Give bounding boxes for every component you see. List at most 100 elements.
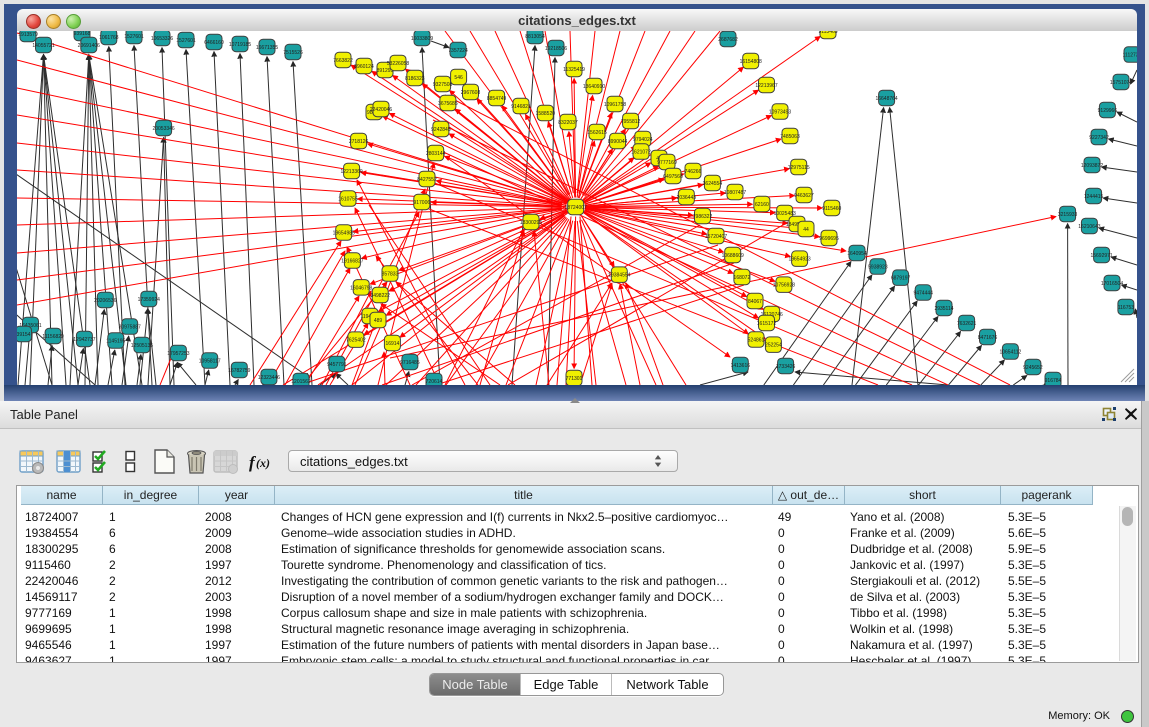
svg-text:6466160: 6466160: [204, 40, 224, 46]
svg-text:1244415: 1244415: [1084, 194, 1104, 200]
svg-text:12505135: 12505135: [131, 343, 153, 349]
svg-text:9115460: 9115460: [822, 206, 841, 212]
svg-text:9716485: 9716485: [400, 360, 420, 366]
svg-text:9699695: 9699695: [819, 236, 839, 242]
svg-text:8854749: 8854749: [487, 96, 507, 102]
svg-text:9242845: 9242845: [431, 127, 451, 133]
svg-text:8322037: 8322037: [558, 120, 578, 126]
svg-text:30975887: 30975887: [119, 325, 141, 331]
svg-text:2803144: 2803144: [426, 151, 446, 157]
svg-text:53226058: 53226058: [387, 61, 409, 67]
svg-text:9457791: 9457791: [327, 362, 347, 368]
svg-text:16648764: 16648764: [875, 96, 897, 102]
svg-text:16046798: 16046798: [350, 285, 372, 291]
svg-text:(x): (x): [256, 456, 270, 470]
svg-text:15692971: 15692971: [1090, 253, 1112, 259]
svg-text:3215933: 3215933: [1058, 212, 1078, 218]
svg-text:10958117: 10958117: [199, 359, 221, 365]
svg-text:8813054: 8813054: [525, 34, 545, 40]
svg-text:22420046: 22420046: [370, 107, 392, 113]
svg-text:16033809: 16033809: [411, 36, 433, 42]
svg-text:168072: 168072: [734, 275, 751, 281]
svg-text:1061768: 1061768: [99, 35, 119, 41]
svg-text:524861: 524861: [748, 338, 765, 344]
svg-text:16782759: 16782759: [228, 368, 250, 374]
svg-text:2967608: 2967608: [461, 90, 481, 96]
svg-text:7485063: 7485063: [780, 134, 800, 140]
svg-text:16210643: 16210643: [1078, 224, 1100, 230]
svg-text:19218506: 19218506: [545, 46, 567, 52]
svg-text:17957253: 17957253: [167, 351, 189, 357]
svg-text:19654923: 19654923: [788, 257, 810, 263]
svg-text:1527601: 1527601: [176, 38, 196, 44]
svg-text:720614: 720614: [426, 379, 443, 385]
svg-text:10973493: 10973493: [769, 110, 791, 116]
svg-text:19654985: 19654985: [333, 231, 355, 237]
svg-text:13640910: 13640910: [583, 84, 605, 90]
svg-text:44: 44: [803, 227, 809, 233]
svg-text:1588520: 1588520: [536, 111, 556, 117]
svg-text:2935114: 2935114: [934, 306, 953, 312]
svg-text:9245652: 9245652: [1023, 365, 1043, 371]
svg-text:5938923: 5938923: [868, 265, 888, 271]
svg-text:8960124: 8960124: [354, 64, 374, 70]
svg-text:10756928: 10756928: [773, 283, 795, 289]
svg-text:9113465: 9113465: [818, 31, 837, 35]
svg-text:546: 546: [454, 75, 463, 81]
svg-text:84067: 84067: [748, 299, 762, 305]
svg-text:7986322: 7986322: [693, 214, 713, 220]
svg-text:11325419: 11325419: [563, 67, 585, 73]
svg-text:252254: 252254: [765, 343, 782, 349]
svg-text:2687682: 2687682: [718, 37, 738, 43]
svg-text:3675685: 3675685: [438, 101, 458, 107]
svg-text:12942737: 12942737: [73, 337, 95, 343]
svg-text:1733426: 1733426: [776, 364, 796, 370]
svg-text:17016504: 17016504: [1101, 281, 1123, 287]
svg-text:1562615: 1562615: [587, 130, 607, 136]
svg-text:917006: 917006: [413, 200, 430, 206]
svg-text:10719185: 10719185: [229, 42, 251, 48]
svg-text:1913579: 1913579: [18, 32, 38, 38]
svg-text:1201562: 1201562: [291, 379, 311, 385]
svg-text:15751074: 15751074: [1110, 80, 1132, 86]
svg-text:1112733: 1112733: [1123, 53, 1137, 59]
svg-text:939168: 939168: [74, 31, 91, 37]
svg-text:7625402: 7625402: [346, 338, 366, 344]
svg-text:1527601: 1527601: [124, 34, 144, 40]
svg-text:1413616: 1413616: [731, 363, 751, 369]
svg-text:1640954: 1640954: [847, 251, 867, 257]
svg-text:1145195: 1145195: [106, 339, 125, 345]
svg-text:9794024: 9794024: [633, 137, 653, 143]
svg-text:771301: 771301: [566, 376, 583, 382]
svg-text:916784: 916784: [1045, 378, 1062, 384]
svg-text:9129966: 9129966: [1098, 108, 1118, 114]
svg-text:19166827: 19166827: [341, 259, 363, 265]
svg-text:857833: 857833: [382, 272, 399, 278]
svg-text:1615172: 1615172: [757, 321, 777, 327]
svg-text:1610755: 1610755: [338, 197, 358, 203]
svg-text:14055721: 14055721: [32, 43, 54, 49]
svg-text:12213967: 12213967: [755, 83, 777, 89]
svg-text:489: 489: [374, 318, 383, 324]
svg-text:16671355: 16671355: [256, 45, 278, 51]
svg-text:17359924: 17359924: [138, 297, 160, 303]
svg-text:16154808: 16154808: [740, 59, 762, 65]
svg-text:9327508: 9327508: [433, 82, 453, 88]
svg-text:18724007: 18724007: [565, 205, 587, 211]
svg-text:9474444: 9474444: [913, 291, 933, 297]
svg-text:6497568: 6497568: [663, 174, 683, 180]
svg-text:7663822: 7663822: [333, 58, 353, 64]
svg-text:8427552: 8427552: [417, 177, 437, 183]
svg-text:19384554: 19384554: [608, 273, 630, 279]
svg-text:12093872: 12093872: [1081, 163, 1103, 169]
svg-text:15720407: 15720407: [705, 234, 727, 240]
svg-text:18300295: 18300295: [520, 220, 542, 226]
svg-text:62160: 62160: [755, 202, 769, 208]
svg-text:116753: 116753: [1118, 305, 1135, 311]
svg-text:12213369: 12213369: [340, 169, 362, 175]
svg-text:7955812: 7955812: [621, 119, 641, 125]
svg-text:8990044: 8990044: [608, 139, 628, 145]
svg-text:3624554: 3624554: [703, 181, 723, 187]
svg-text:2036443: 2036443: [677, 195, 697, 201]
svg-text:12975115: 12975115: [788, 165, 810, 171]
